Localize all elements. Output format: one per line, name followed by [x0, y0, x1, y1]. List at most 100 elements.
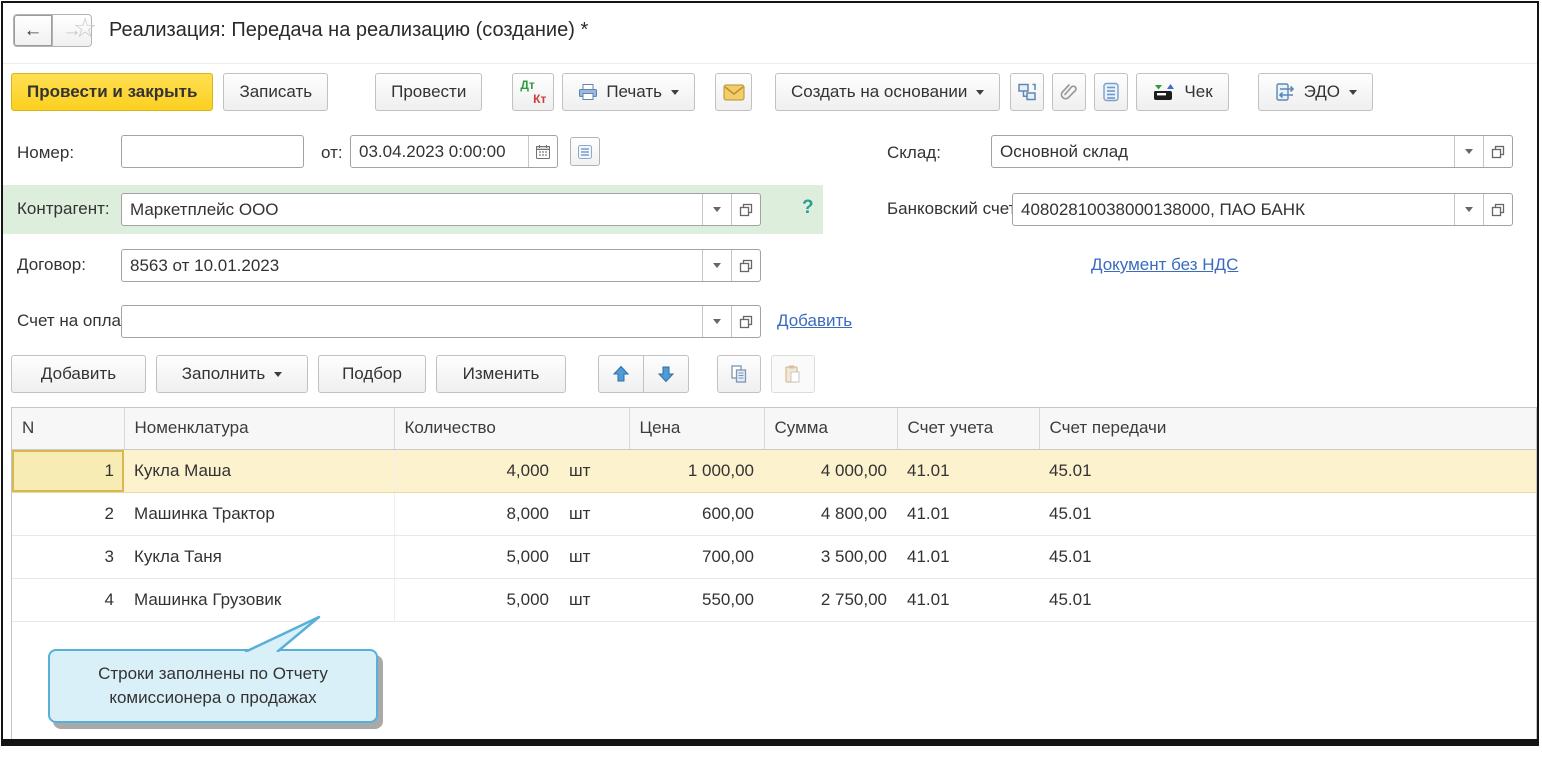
cell-sum[interactable]: 4 000,00 [764, 449, 897, 492]
cell-unit[interactable]: шт [559, 535, 629, 578]
edo-button[interactable]: ЭДО [1258, 73, 1373, 111]
table-row[interactable]: 4Машинка Грузовик5,000шт550,002 750,0041… [12, 578, 1536, 621]
cell-n[interactable]: 4 [12, 578, 124, 621]
cell-nomenclature[interactable]: Кукла Маша [124, 449, 394, 492]
fill-button[interactable]: Заполнить [156, 355, 308, 393]
open-button[interactable] [1483, 136, 1512, 167]
pick-button[interactable]: Подбор [318, 355, 426, 393]
cell-qty[interactable]: 8,000 [394, 492, 559, 535]
cell-account[interactable]: 41.01 [897, 535, 1039, 578]
create-based-on-button[interactable]: Создать на основании [775, 73, 1000, 111]
cell-qty[interactable]: 5,000 [394, 578, 559, 621]
counterparty-value[interactable]: Маркетплейс ООО [122, 194, 702, 225]
copy-button[interactable] [717, 355, 761, 393]
contract-input[interactable]: 8563 от 10.01.2023 [121, 249, 761, 282]
attachments-button[interactable] [1052, 73, 1086, 111]
cell-qty[interactable]: 4,000 [394, 449, 559, 492]
table-row[interactable]: 3Кукла Таня5,000шт700,003 500,0041.0145.… [12, 535, 1536, 578]
date-value[interactable]: 03.04.2023 0:00:00 [351, 136, 528, 167]
dropdown-button[interactable] [1454, 194, 1483, 225]
copy-icon [729, 364, 749, 384]
favorite-star-icon[interactable]: ☆ [73, 13, 97, 44]
table-header-row: N Номенклатура Количество Цена Сумма Сче… [12, 408, 1536, 449]
items-toolbar: Добавить Заполнить Подбор Изменить [11, 355, 815, 395]
number-value[interactable] [122, 136, 303, 167]
invoice-input[interactable] [121, 305, 761, 338]
cell-transfer_account[interactable]: 45.01 [1039, 578, 1536, 621]
warehouse-value[interactable]: Основной склад [992, 136, 1454, 167]
cell-account[interactable]: 41.01 [897, 492, 1039, 535]
post-button[interactable]: Провести [375, 73, 482, 111]
cell-price[interactable]: 550,00 [629, 578, 764, 621]
report-button[interactable] [1094, 73, 1128, 111]
counterparty-input[interactable]: Маркетплейс ООО [121, 193, 761, 226]
check-label: Чек [1184, 82, 1212, 102]
number-label: Номер: [17, 143, 74, 163]
dropdown-button[interactable] [1454, 136, 1483, 167]
open-button[interactable] [731, 194, 760, 225]
cell-transfer_account[interactable]: 45.01 [1039, 449, 1536, 492]
warehouse-input[interactable]: Основной склад [991, 135, 1513, 168]
cell-transfer_account[interactable]: 45.01 [1039, 492, 1536, 535]
calendar-button[interactable] [528, 136, 557, 167]
print-button[interactable]: Печать [562, 73, 695, 111]
cell-account[interactable]: 41.01 [897, 449, 1039, 492]
table-row[interactable]: 2Машинка Трактор8,000шт600,004 800,0041.… [12, 492, 1536, 535]
col-account[interactable]: Счет учета [897, 408, 1039, 449]
open-button[interactable] [731, 250, 760, 281]
col-transfer-account[interactable]: Счет передачи [1039, 408, 1536, 449]
cell-sum[interactable]: 3 500,00 [764, 535, 897, 578]
cell-transfer_account[interactable]: 45.01 [1039, 535, 1536, 578]
invoice-add-link[interactable]: Добавить [777, 311, 852, 331]
arrow-down-icon [657, 365, 675, 383]
dropdown-button[interactable] [702, 194, 731, 225]
bank-account-value[interactable]: 40802810038000138000, ПАО БАНК [1013, 194, 1454, 225]
dropdown-button[interactable] [702, 306, 731, 337]
check-button[interactable]: Чек [1136, 73, 1228, 111]
cell-n[interactable]: 3 [12, 535, 124, 578]
edit-button[interactable]: Изменить [436, 355, 566, 393]
cell-n[interactable]: 2 [12, 492, 124, 535]
cell-nomenclature[interactable]: Машинка Трактор [124, 492, 394, 535]
cell-unit[interactable]: шт [559, 578, 629, 621]
open-button[interactable] [731, 306, 760, 337]
paste-button[interactable] [771, 355, 815, 393]
cell-qty[interactable]: 5,000 [394, 535, 559, 578]
cell-account[interactable]: 41.01 [897, 578, 1039, 621]
cell-price[interactable]: 600,00 [629, 492, 764, 535]
table-row[interactable]: 1Кукла Маша4,000шт1 000,004 000,0041.014… [12, 449, 1536, 492]
cell-n[interactable]: 1 [12, 449, 124, 492]
cell-sum[interactable]: 2 750,00 [764, 578, 897, 621]
cell-unit[interactable]: шт [559, 449, 629, 492]
open-list-button[interactable] [570, 137, 600, 166]
add-row-button[interactable]: Добавить [11, 355, 146, 393]
invoice-value[interactable] [122, 306, 702, 337]
bank-account-input[interactable]: 40802810038000138000, ПАО БАНК [1012, 193, 1513, 226]
move-up-button[interactable] [598, 355, 644, 393]
cell-price[interactable]: 700,00 [629, 535, 764, 578]
cell-price[interactable]: 1 000,00 [629, 449, 764, 492]
dt-kt-button[interactable]: Дт Кт [512, 73, 554, 111]
col-price[interactable]: Цена [629, 408, 764, 449]
cell-nomenclature[interactable]: Кукла Таня [124, 535, 394, 578]
dropdown-button[interactable] [702, 250, 731, 281]
col-sum[interactable]: Сумма [764, 408, 897, 449]
col-n[interactable]: N [12, 408, 124, 449]
move-down-button[interactable] [643, 355, 689, 393]
col-quantity[interactable]: Количество [394, 408, 629, 449]
contract-value[interactable]: 8563 от 10.01.2023 [122, 250, 702, 281]
open-button[interactable] [1483, 194, 1512, 225]
send-email-button[interactable] [715, 73, 752, 111]
col-nomenclature[interactable]: Номенклатура [124, 408, 394, 449]
callout-tooltip: Строки заполнены по Отчету комиссионера … [48, 649, 378, 723]
no-vat-link[interactable]: Документ без НДС [1091, 255, 1238, 275]
post-and-close-button[interactable]: Провести и закрыть [11, 73, 213, 111]
save-button[interactable]: Записать [223, 73, 328, 111]
number-input[interactable] [121, 135, 304, 168]
date-input[interactable]: 03.04.2023 0:00:00 [350, 135, 558, 168]
cell-unit[interactable]: шт [559, 492, 629, 535]
back-button[interactable]: ← [13, 14, 53, 47]
related-documents-button[interactable] [1010, 73, 1044, 111]
counterparty-help-link[interactable]: ? [802, 197, 814, 219]
cell-sum[interactable]: 4 800,00 [764, 492, 897, 535]
